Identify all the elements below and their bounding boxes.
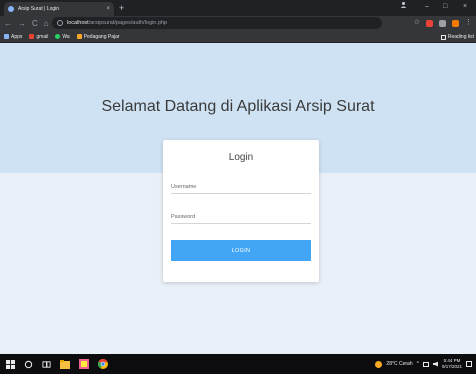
tab-title: Arsip Surat | Login — [18, 6, 60, 12]
file-explorer-icon[interactable] — [60, 359, 70, 369]
password-field[interactable] — [171, 210, 311, 224]
network-icon[interactable] — [422, 361, 429, 367]
login-title: Login — [228, 152, 254, 163]
restore-button[interactable]: □ — [443, 1, 447, 13]
menu-icon[interactable]: ⋮ — [465, 18, 472, 28]
browser-toolbar: ← → C ⌂ localhost /arsipsurat/pages/auth… — [0, 16, 476, 31]
back-button[interactable]: ← — [4, 16, 12, 31]
globe-icon — [8, 6, 14, 12]
clock[interactable]: 5:44 PM 9/17/2021 — [442, 358, 462, 370]
profile-icon[interactable] — [400, 1, 407, 13]
bookmark-label: gmail — [36, 33, 49, 40]
weather-icon — [375, 360, 383, 368]
bookmark-icon — [76, 34, 82, 39]
username-field[interactable] — [171, 180, 311, 194]
login-button[interactable]: LOGIN — [171, 240, 311, 261]
bookmark-pedagang-pajar[interactable]: Pedagang Pajar — [76, 33, 120, 40]
chevron-up-icon[interactable]: ^ — [417, 361, 419, 367]
extension-red-icon[interactable] — [426, 19, 433, 27]
volume-icon[interactable] — [432, 361, 438, 367]
minimize-button[interactable]: – — [425, 1, 429, 13]
gmail-icon — [29, 34, 35, 39]
address-bar[interactable]: localhost /arsipsurat/pages/auth/login.p… — [52, 17, 382, 29]
url-path: /arsipsurat/pages/auth/login.php — [88, 20, 167, 26]
bookmark-label: Wa — [62, 33, 70, 40]
chrome-icon[interactable] — [98, 359, 108, 369]
bookmark-wa[interactable]: Wa — [55, 33, 70, 40]
windows-start-icon[interactable] — [6, 359, 15, 369]
clock-date: 9/17/2021 — [441, 364, 462, 369]
tab-strip: Arsip Surat | Login × + – □ × — [0, 0, 476, 16]
taskbar: 28°C Cerah ^ 5:44 PM 9/17/2021 — [0, 354, 476, 374]
reading-list-button[interactable]: Reading list — [440, 34, 474, 40]
extension-orange-icon[interactable] — [452, 19, 459, 27]
app-icon[interactable] — [79, 359, 89, 369]
new-tab-button[interactable]: + — [119, 2, 124, 14]
login-card: Login LOGIN — [163, 140, 319, 282]
reading-list-icon — [440, 34, 446, 40]
bookmark-gmail[interactable]: gmail — [29, 34, 48, 40]
whatsapp-icon — [55, 34, 61, 39]
reading-list-label: Reading list — [447, 34, 474, 40]
notifications-icon[interactable] — [466, 361, 472, 367]
tab-close-icon[interactable]: × — [106, 6, 110, 12]
forward-button[interactable]: → — [18, 16, 26, 31]
star-icon[interactable]: ☆ — [414, 18, 420, 28]
extension-puzzle-icon[interactable] — [439, 19, 446, 27]
weather-text[interactable]: 28°C Cerah — [386, 361, 412, 367]
tab-arsip-surat[interactable]: Arsip Surat | Login × — [4, 2, 114, 16]
bookmark-label: Apps — [11, 33, 23, 40]
system-tray: 28°C Cerah ^ 5:44 PM 9/17/2021 — [375, 354, 472, 374]
bookmark-apps[interactable]: Apps — [4, 34, 22, 40]
info-icon[interactable] — [57, 20, 63, 26]
url-host: localhost — [67, 20, 89, 26]
reload-button[interactable]: C — [32, 16, 38, 31]
task-view-icon[interactable] — [42, 360, 51, 369]
bookmarks-bar: Apps gmail Wa Pedagang Pajar Reading lis… — [0, 31, 476, 43]
home-button[interactable]: ⌂ — [44, 16, 49, 31]
search-icon[interactable] — [24, 360, 33, 369]
page-title: Selamat Datang di Aplikasi Arsip Surat — [101, 98, 375, 115]
bookmark-label: Pedagang Pajar — [83, 33, 120, 40]
close-window-button[interactable]: × — [463, 1, 467, 13]
apps-grid-icon — [4, 34, 9, 39]
